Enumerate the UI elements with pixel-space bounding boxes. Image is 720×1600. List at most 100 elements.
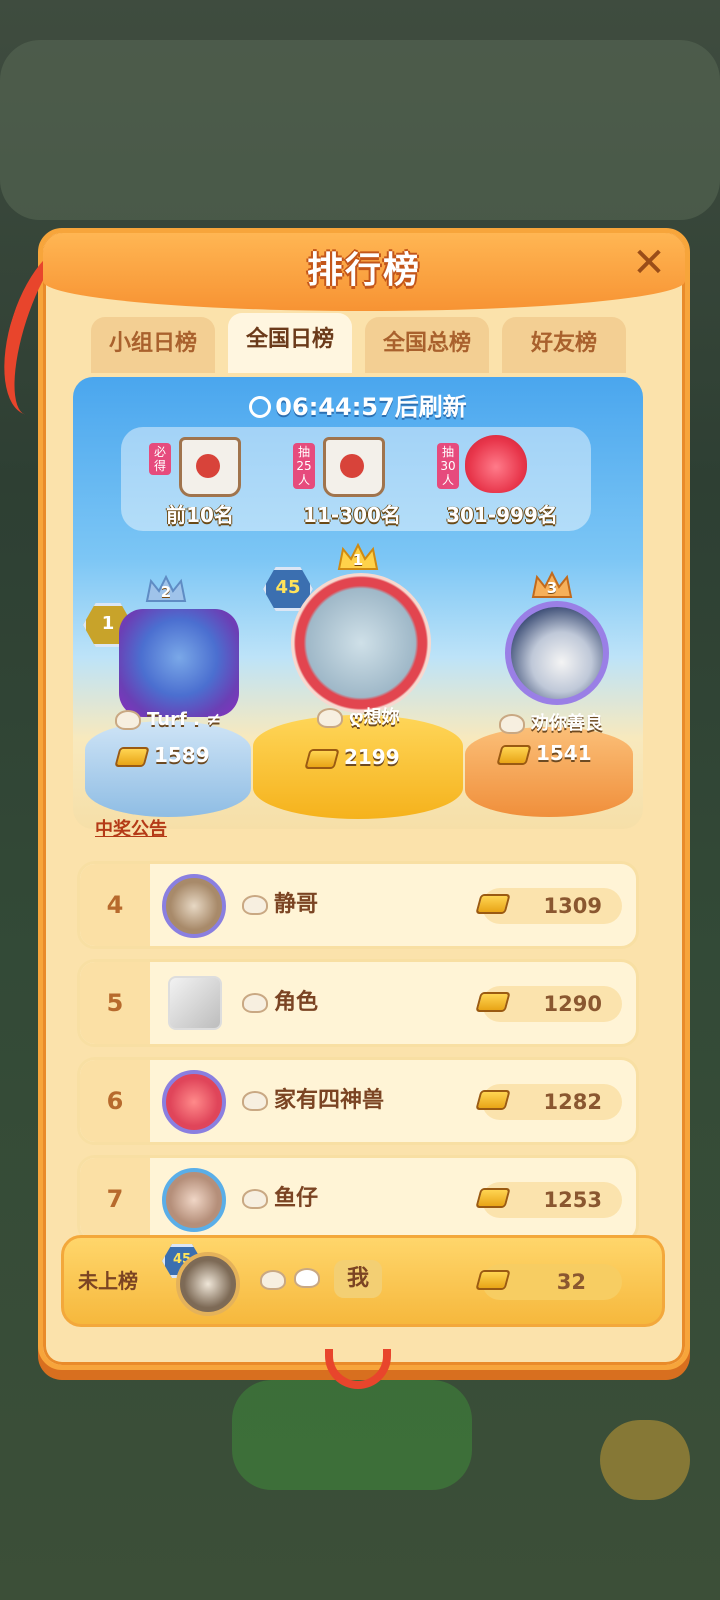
avatar-third[interactable] — [505, 601, 609, 705]
timer-suffix: 后刷新 — [394, 393, 467, 421]
gold-bar-icon — [304, 748, 340, 769]
reward-panel: 必得 前10名 抽25人 11-300名 抽30人 301-999名 — [121, 427, 591, 531]
name-text: 静哥 — [274, 892, 319, 917]
name-text: 鱼仔 — [274, 1186, 319, 1211]
gold-bar-icon — [475, 1090, 511, 1110]
modal-header: 排行榜 ✕ — [43, 233, 685, 311]
reward-tag: 必得 — [149, 443, 171, 475]
player-name-third[interactable]: 劝你善良 — [499, 709, 603, 735]
tab-friends[interactable]: 好友榜 — [502, 317, 626, 373]
score-pill: 1290 — [475, 986, 622, 1022]
gift-bag-icon — [179, 437, 241, 497]
player-name: 静哥 — [242, 864, 318, 946]
list-item[interactable]: 4 静哥 1309 — [77, 861, 639, 949]
name-text: 劝你善良 — [531, 713, 603, 734]
score-first: 2199 — [304, 745, 400, 769]
name-text: 家有四神兽 — [274, 1088, 385, 1113]
bunny-icon — [242, 993, 268, 1013]
gold-bar-icon — [496, 744, 532, 765]
name-text: Turf . ≠ — [147, 709, 222, 730]
score-text: 32 — [556, 1270, 586, 1294]
avatar — [162, 1168, 226, 1232]
crown-icon-gold: 1 — [337, 541, 379, 573]
list-item[interactable]: 6 家有四神兽 1282 — [77, 1057, 639, 1145]
reward-301-999[interactable]: 抽30人 301-999名 — [427, 433, 577, 529]
bunny-icon — [317, 708, 343, 728]
tab-national-total[interactable]: 全国总榜 — [365, 317, 489, 373]
gold-bar-icon — [475, 894, 511, 914]
avatar-first[interactable] — [291, 573, 431, 713]
reward-tag: 抽30人 — [437, 443, 459, 489]
background-scene — [0, 40, 720, 220]
name-text: 角色 — [274, 990, 319, 1015]
reward-11-300[interactable]: 抽25人 11-300名 — [283, 433, 433, 529]
my-rank-label: 未上榜 — [78, 1269, 138, 1293]
rank-number: 3 — [546, 579, 558, 597]
leaderboard-modal: 排行榜 ✕ 小组日榜 全国日榜 全国总榜 好友榜 06:44:57后刷新 必得 … — [0, 228, 690, 1389]
avatar — [162, 1070, 226, 1134]
player-name: 角色 — [242, 962, 318, 1044]
bunny-icon — [242, 1189, 268, 1209]
score-text: 2199 — [343, 745, 400, 769]
tab-group-daily[interactable]: 小组日榜 — [91, 317, 215, 373]
bunny-icon — [242, 1091, 268, 1111]
refresh-timer: 06:44:57后刷新 — [73, 387, 643, 422]
list-item[interactable]: 7 鱼仔 1253 — [77, 1155, 639, 1243]
tab-national-daily[interactable]: 全国日榜 — [228, 313, 352, 373]
reward-top10[interactable]: 必得 前10名 — [139, 433, 289, 529]
bunny-icon — [115, 710, 141, 730]
rank-number: 5 — [80, 962, 150, 1044]
tab-bar: 小组日榜 全国日榜 全国总榜 好友榜 — [91, 313, 631, 373]
timer-countdown: 06:44:57 — [275, 393, 395, 421]
close-icon[interactable]: ✕ — [627, 241, 671, 285]
list-item[interactable]: 5 角色 1290 — [77, 959, 639, 1047]
rank-number: 2 — [160, 583, 172, 601]
red-pet-icon — [465, 435, 527, 493]
crown-icon-bronze: 3 — [531, 569, 573, 601]
score-text: 1309 — [543, 894, 602, 918]
bunny-icon — [260, 1270, 286, 1290]
my-rank-bar[interactable]: 未上榜 45 我 32 — [61, 1235, 665, 1327]
score-text: 1589 — [153, 743, 210, 767]
gold-bar-icon — [475, 1188, 511, 1208]
score-text: 1282 — [543, 1090, 602, 1114]
my-name: 我 — [334, 1260, 382, 1298]
gold-bar-icon — [475, 992, 511, 1012]
player-name: 家有四神兽 — [242, 1060, 384, 1142]
reward-label: 前10名 — [166, 503, 234, 527]
player-name-second[interactable]: Turf . ≠ — [115, 709, 221, 730]
clock-icon — [249, 396, 272, 418]
score-text: 1541 — [535, 741, 592, 765]
background-button — [232, 1380, 472, 1490]
avatar — [162, 874, 226, 938]
avatar-second[interactable] — [119, 609, 239, 717]
name-text: ღ想妳 — [349, 707, 400, 728]
score-pill: 1253 — [475, 1182, 622, 1218]
prize-announcement-link[interactable]: 中奖公告 — [95, 815, 167, 841]
my-avatar — [176, 1252, 240, 1316]
gift-bag-icon — [323, 437, 385, 497]
background-gift — [600, 1420, 690, 1500]
score-text: 1253 — [543, 1188, 602, 1212]
crown-icon-silver: 2 — [145, 573, 187, 605]
rank-number: 7 — [80, 1158, 150, 1240]
score-pill: 1309 — [475, 888, 622, 924]
rank-number: 6 — [80, 1060, 150, 1142]
rank-number: 1 — [352, 551, 364, 569]
reward-label: 301-999名 — [446, 503, 558, 527]
score-pill: 1282 — [475, 1084, 622, 1120]
player-name: 鱼仔 — [242, 1158, 318, 1240]
reward-tag: 抽25人 — [293, 443, 315, 489]
bunny-icon — [242, 895, 268, 915]
score-third: 1541 — [496, 741, 592, 765]
reward-label: 11-300名 — [303, 503, 401, 527]
score-second: 1589 — [114, 743, 210, 767]
bunny-icon — [499, 714, 525, 734]
my-score-pill: 32 — [475, 1264, 622, 1300]
rabbit-pet-icon — [294, 1268, 320, 1288]
rank-number: 4 — [80, 864, 150, 946]
player-name-first[interactable]: ღ想妳 — [317, 703, 400, 729]
modal-title: 排行榜 — [306, 250, 421, 291]
pedestal-second — [85, 721, 251, 817]
gold-bar-icon — [114, 746, 150, 767]
